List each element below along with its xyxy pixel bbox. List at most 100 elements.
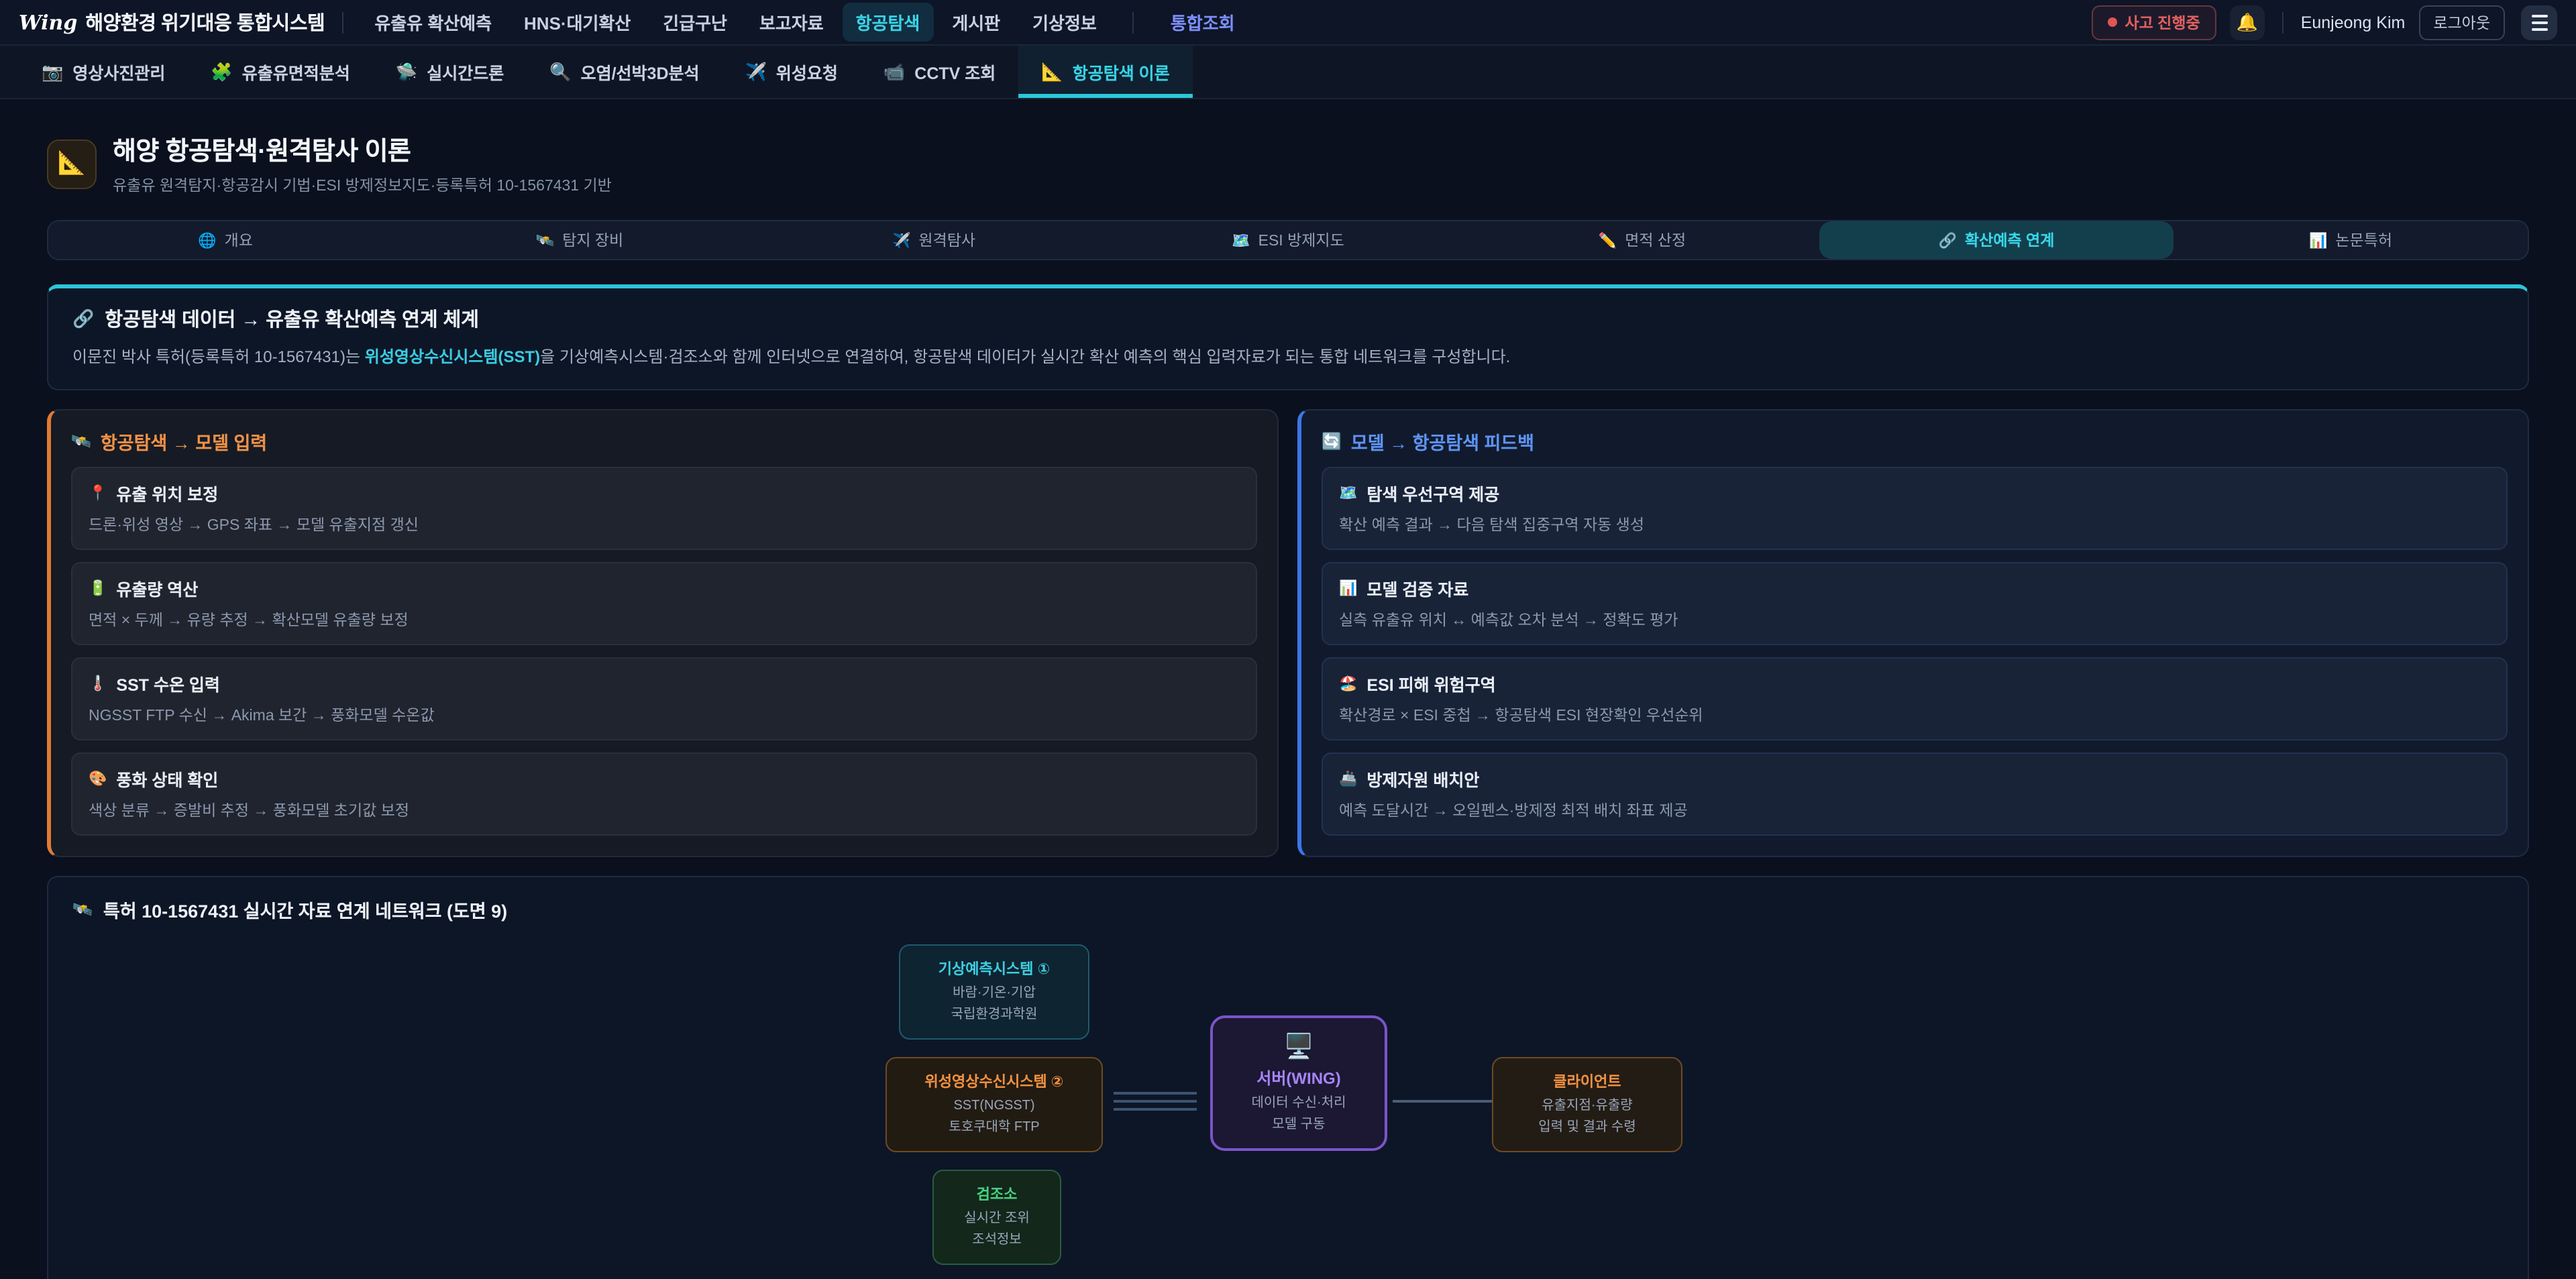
tab-label: 원격탐사 <box>918 229 975 251</box>
subnav-label: 실시간드론 <box>427 59 504 85</box>
incident-status-badge[interactable]: 사고 진행중 <box>2091 5 2216 40</box>
triangle-ruler-icon: 📐 <box>58 150 86 177</box>
app-logo[interactable]: Wing 해양환경 위기대응 통합시스템 <box>19 8 325 36</box>
video-camera-icon: 📹 <box>883 61 905 82</box>
network-panel-title-row: 🛰️ 특허 10-1567431 실시간 자료 연계 네트워크 (도면 9) <box>72 896 2504 923</box>
logout-button[interactable]: 로그아웃 <box>2418 5 2505 40</box>
flow-item-priority-zone: 🗺️탐색 우선구역 제공 확산 예측 결과 → 다음 탐색 집중구역 자동 생성 <box>1322 467 2508 550</box>
flow-item-sst-input: 🌡️SST 수온 입력 NGSST FTP 수신 → Akima 보간 → 풍화… <box>71 657 1257 740</box>
flow-item-title: 유출 위치 보정 <box>116 480 218 506</box>
triangle-ruler-icon: 📐 <box>1041 61 1063 82</box>
pin-icon: 📍 <box>89 484 107 502</box>
tab-remote-sensing[interactable]: ✈️ 원격탐사 <box>757 221 1111 259</box>
menu-hns-atmosphere[interactable]: HNS·대기확산 <box>511 3 644 42</box>
subnav-item-satellite-request[interactable]: ✈️ 위성요청 <box>722 46 861 98</box>
desc-highlight-sst: 위성영상수신시스템(SST) <box>365 347 540 366</box>
flow-cards-row: 🛰️ 항공탐색 → 모델 입력 📍유출 위치 보정 드론·위성 영상 → GPS… <box>47 409 2529 857</box>
subnav-item-realtime-drone[interactable]: 🛸 실시간드론 <box>373 46 527 98</box>
user-divider <box>2282 11 2284 33</box>
flow-item-desc: 색상 분류 → 증발비 추정 → 풍화모델 초기값 보정 <box>89 799 1240 821</box>
linkage-panel-title-row: 🔗 항공탐색 데이터 → 유출유 확산예측 연계 체계 <box>72 304 2504 333</box>
tab-overview[interactable]: 🌐 개요 <box>48 221 402 259</box>
flow-item-title: 방제자원 배치안 <box>1366 766 1479 791</box>
card-search-to-model: 🛰️ 항공탐색 → 모델 입력 📍유출 위치 보정 드론·위성 영상 → GPS… <box>47 409 1279 857</box>
flow-item-title: ESI 피해 위험구역 <box>1366 671 1495 696</box>
tab-detection-equipment[interactable]: 🛰️ 탐지 장비 <box>402 221 757 259</box>
page-subtitle: 유출유 원격탐지·항공감시 기법·ESI 방제정보지도·등록특허 10-1567… <box>113 174 612 196</box>
flow-item-model-validation: 📊모델 검증 자료 실측 유출유 위치 ↔ 예측값 오차 분석 → 정확도 평가 <box>1322 562 2508 645</box>
bar-chart-icon: 📊 <box>1339 579 1357 597</box>
main-content: 📐 해양 항공탐색·원격탐사 이론 유출유 원격탐지·항공감시 기법·ESI 방… <box>0 99 2576 1279</box>
subnav-item-aerial-search-theory[interactable]: 📐 항공탐색 이론 <box>1018 46 1192 98</box>
main-menu: 유출유 확산예측 HNS·대기확산 긴급구난 보고자료 항공탐색 게시판 기상정… <box>361 3 1248 42</box>
incident-dot-icon <box>2107 17 2116 27</box>
airplane-icon: ✈️ <box>745 61 767 82</box>
subnav-label: CCTV 조회 <box>914 59 996 85</box>
header-divider <box>342 11 343 33</box>
card-model-to-search: 🔄 모델 → 항공탐색 피드백 🗺️탐색 우선구역 제공 확산 예측 결과 → … <box>1297 409 2529 857</box>
notification-button[interactable]: 🔔 <box>2230 5 2265 40</box>
subnav-item-spill-area-analysis[interactable]: 🧩 유출유면적분석 <box>188 46 372 98</box>
subnav-item-photo-management[interactable]: 📷 영상사진관리 <box>19 46 188 98</box>
menu-divider <box>1133 11 1134 33</box>
flow-item-title: 탐색 우선구역 제공 <box>1366 480 1499 506</box>
flow-item-title: 풍화 상태 확인 <box>116 766 218 791</box>
page-icon-box: 📐 <box>47 139 97 188</box>
app-title: 해양환경 위기대응 통합시스템 <box>85 8 325 36</box>
menu-aerial-search[interactable]: 항공탐색 <box>843 3 934 42</box>
subnav-label: 항공탐색 이론 <box>1073 59 1170 85</box>
client-link-connector <box>1393 1100 1492 1103</box>
menu-board[interactable]: 게시판 <box>938 3 1014 42</box>
tab-area-calculation[interactable]: ✏️ 면적 산정 <box>1465 221 1819 259</box>
tab-label: 개요 <box>225 229 253 251</box>
satellite-icon: 🛰️ <box>71 432 91 451</box>
menu-reports[interactable]: 보고자료 <box>746 3 837 42</box>
subnav-label: 유출유면적분석 <box>242 59 350 85</box>
top-header: Wing 해양환경 위기대응 통합시스템 유출유 확산예측 HNS·대기확산 긴… <box>0 0 2576 46</box>
subnav-item-cctv[interactable]: 📹 CCTV 조회 <box>861 46 1018 98</box>
user-name: Eunjeong Kim <box>2301 13 2406 32</box>
airplane-icon: ✈️ <box>892 231 910 249</box>
incident-badge-label: 사고 진행중 <box>2125 11 2200 33</box>
flow-item-desc: 드론·위성 영상 → GPS 좌표 → 모델 유출지점 갱신 <box>89 514 1240 535</box>
page-header: 📐 해양 항공탐색·원격탐사 이론 유출유 원격탐지·항공감시 기법·ESI 방… <box>47 131 2529 196</box>
flow-item-desc: NGSST FTP 수신 → Akima 보간 → 풍화모델 수온값 <box>89 704 1240 726</box>
flow-item-title: SST 수온 입력 <box>116 671 220 696</box>
flow-item-desc: 확산 예측 결과 → 다음 탐색 집중구역 자동 생성 <box>1339 514 2490 535</box>
hamburger-menu-button[interactable] <box>2521 5 2557 40</box>
subnav-item-pollution-ship-3d[interactable]: 🔍 오염/선박3D분석 <box>527 46 722 98</box>
ship-icon: 🚢 <box>1339 770 1357 787</box>
tab-label: ESI 방제지도 <box>1258 229 1344 251</box>
puzzle-icon: 🧩 <box>211 61 232 82</box>
node-weather-forecast-system: 기상예측시스템 ① 바람·기온·기압 국립환경과학원 <box>899 944 1089 1040</box>
menu-integrated-search[interactable]: 통합조회 <box>1157 3 1248 42</box>
tab-papers-patents[interactable]: 📊 논문특허 <box>2174 221 2528 259</box>
subnav-label: 오염/선박3D분석 <box>581 59 700 85</box>
menu-emergency-rescue[interactable]: 긴급구난 <box>649 3 741 42</box>
pencil-icon: ✏️ <box>1599 231 1617 249</box>
patent-network-panel: 🛰️ 특허 10-1567431 실시간 자료 연계 네트워크 (도면 9) 기… <box>47 876 2529 1279</box>
flow-item-weathering-state: 🎨풍화 상태 확인 색상 분류 → 증발비 추정 → 풍화모델 초기값 보정 <box>71 753 1257 836</box>
world-map-icon: 🗺️ <box>1232 231 1250 249</box>
menu-weather-info[interactable]: 기상정보 <box>1019 3 1110 42</box>
link-icon: 🔗 <box>1939 231 1957 249</box>
tab-forecast-linkage[interactable]: 🔗 확산예측 연계 <box>1819 221 2174 259</box>
subnav: 📷 영상사진관리 🧩 유출유면적분석 🛸 실시간드론 🔍 오염/선박3D분석 ✈… <box>0 46 2576 99</box>
bell-icon: 🔔 <box>2237 11 2258 33</box>
tab-esi-map[interactable]: 🗺️ ESI 방제지도 <box>1111 221 1465 259</box>
app-root: Wing 해양환경 위기대응 통합시스템 유출유 확산예측 HNS·대기확산 긴… <box>0 0 2576 1279</box>
node-tide-station: 검조소 실시간 조위 조석정보 <box>932 1170 1061 1265</box>
computer-icon: 🖥️ <box>1224 1033 1374 1061</box>
flow-item-desc: 실측 유출유 위치 ↔ 예측값 오차 분석 → 정확도 평가 <box>1339 609 2490 630</box>
flow-item-spill-volume: 🔋유출량 역산 면적 × 두께 → 유량 추정 → 확산모델 유출량 보정 <box>71 562 1257 645</box>
camera-icon: 📷 <box>42 61 63 82</box>
menu-oil-spill-forecast[interactable]: 유출유 확산예측 <box>361 3 505 42</box>
node-wing-server: 🖥️ 서버(WING) 데이터 수신·처리 모델 구동 <box>1210 1015 1387 1151</box>
flow-item-spill-location: 📍 유출 위치 보정 드론·위성 영상 → GPS 좌표 → 모델 유출지점 갱신 <box>71 467 1257 550</box>
satellite-icon: 🛰️ <box>72 900 93 919</box>
logo-wing-mark: Wing <box>19 11 77 35</box>
desc-after: 을 기상예측시스템·검조소와 함께 인터넷으로 연결하여, 항공탐색 데이터가 … <box>540 347 1510 366</box>
tab-label: 탐지 장비 <box>562 229 623 251</box>
hamburger-icon <box>2531 14 2547 17</box>
globe-icon: 🌐 <box>198 231 216 249</box>
